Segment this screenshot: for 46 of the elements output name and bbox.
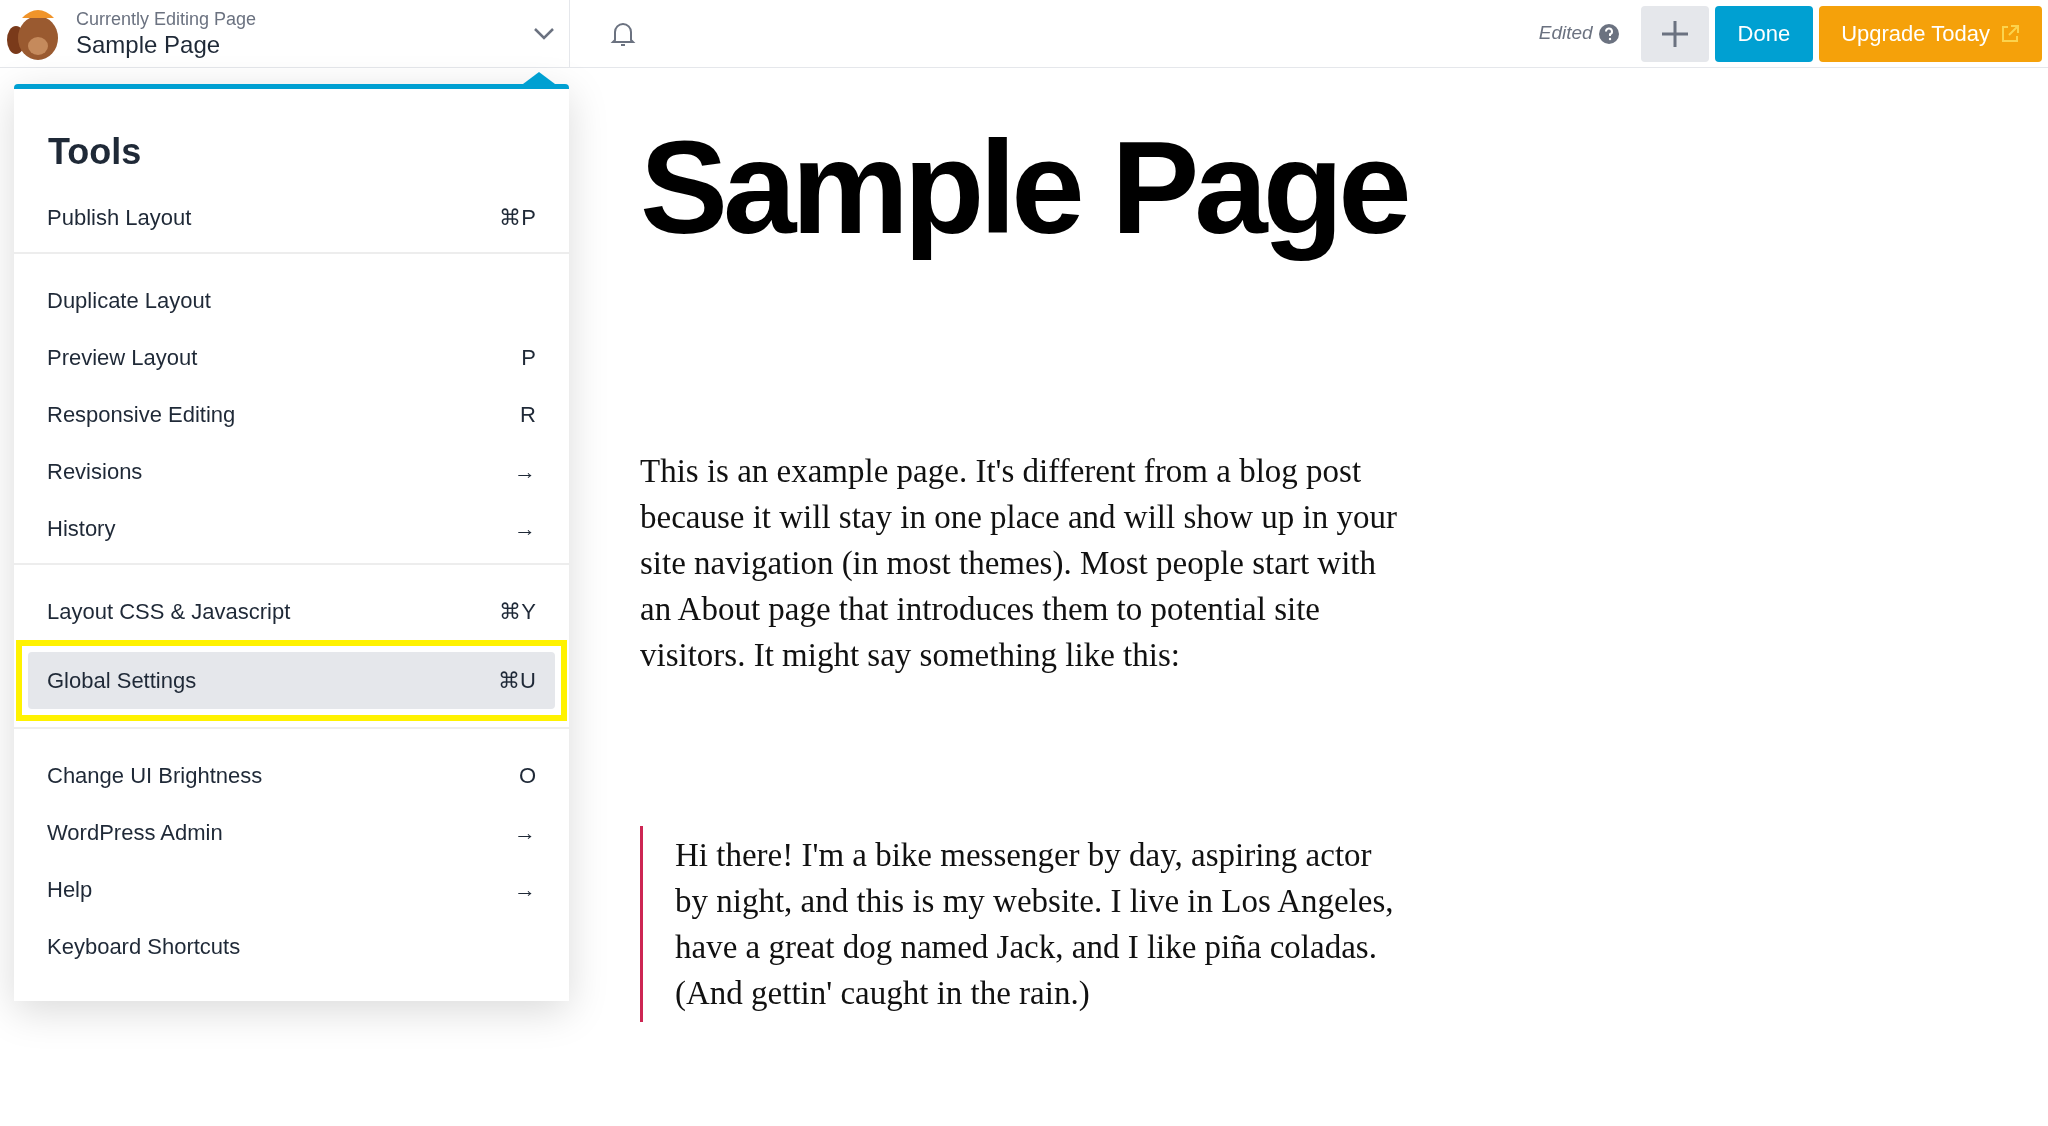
shortcut-label: P <box>521 344 536 372</box>
menu-item[interactable]: Preview Layout P <box>14 329 569 386</box>
menu-item[interactable]: Responsive Editing R <box>14 386 569 443</box>
menu-item-label: Global Settings <box>47 667 197 695</box>
shortcut-label: O <box>518 762 536 790</box>
shortcut-label: → <box>514 515 536 543</box>
edited-status: Edited <box>1538 21 1593 46</box>
shortcut-label: ⌘P <box>499 204 536 232</box>
quote-text: Hi there! I'm a bike messenger by day, aspiring actor by night, and this is my website. I live in Los Angeles, have a great dog named Jack, and I like piña coladas. (And gettin' caught in the rain.) <box>675 836 1395 1013</box>
shortcut-label: → <box>514 458 536 486</box>
menu-item-label: Change UI Brightness <box>47 762 263 790</box>
menu-item[interactable]: Keyboard Shortcuts <box>14 918 569 975</box>
menu-item-label: Publish Layout <box>47 204 192 232</box>
shortcut-label: ⌘Y <box>499 598 536 626</box>
menu-item-label: Help <box>47 876 93 904</box>
body-paragraph: This is an example page. It's different from a blog post because it will stay in one place and will show up in your site navigation (in most themes). Most people start with an About page that introduces them to potential site visitors. It might say something like this: <box>640 452 1398 675</box>
menu-item[interactable]: WordPress Admin → <box>14 804 569 861</box>
help-icon[interactable] <box>1598 23 1619 44</box>
menu-item-label: WordPress Admin <box>47 819 223 847</box>
menu-item-label: Responsive Editing <box>47 401 236 429</box>
plus-icon <box>1661 20 1688 47</box>
menu-item[interactable]: Change UI Brightness O <box>14 747 569 804</box>
menu-item[interactable]: History → <box>14 500 569 557</box>
add-button[interactable] <box>1640 5 1709 62</box>
editing-label: Currently Editing Page <box>76 7 257 30</box>
menu-item[interactable]: Duplicate Layout <box>14 272 569 329</box>
menu-item-label: Keyboard Shortcuts <box>47 933 241 961</box>
chevron-down-icon[interactable] <box>533 26 555 41</box>
shortcut-label: → <box>514 876 536 904</box>
menu-item-label: Duplicate Layout <box>47 287 211 315</box>
page-title: Sample Page <box>76 29 222 60</box>
shortcut-label: R <box>520 401 536 429</box>
menu-item-label: History <box>47 515 116 543</box>
menu-item[interactable]: Revisions → <box>14 443 569 500</box>
menu-item-label: Preview Layout <box>47 344 198 372</box>
menu-item[interactable]: Help → <box>14 861 569 918</box>
shortcut-label: → <box>514 819 536 847</box>
menu-item[interactable]: Global Settings ⌘U <box>28 652 555 709</box>
menu-title: Tools <box>47 130 143 174</box>
menu-item-label: Layout CSS & Javascript <box>47 598 291 626</box>
menu-item[interactable]: Layout CSS & Javascript ⌘Y <box>14 583 569 640</box>
menu-item[interactable]: Publish Layout ⌘P <box>14 189 569 246</box>
external-link-icon <box>2000 23 2020 44</box>
shortcut-label: ⌘U <box>498 667 536 695</box>
menu-item-label: Revisions <box>47 458 143 486</box>
page-heading: Sample Page <box>640 113 1408 263</box>
